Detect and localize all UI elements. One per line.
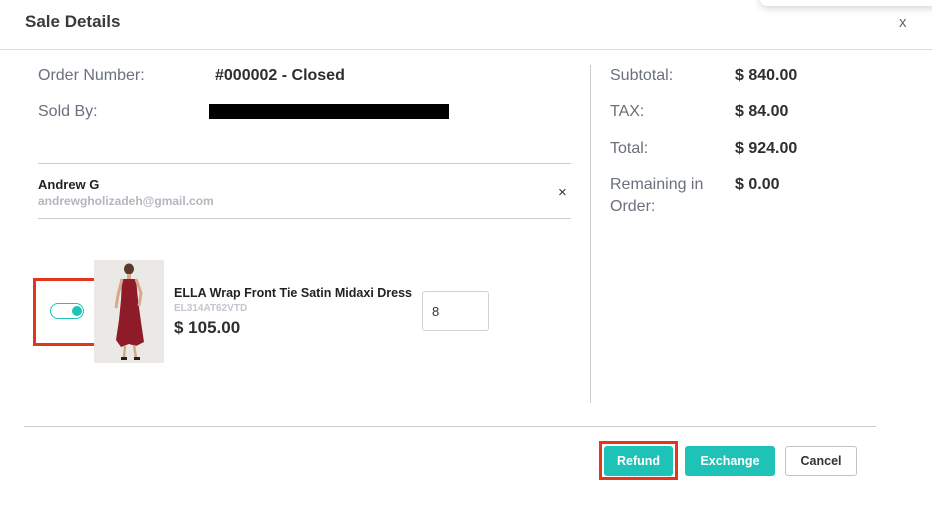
remaining-label: Remaining in xyxy=(610,176,704,193)
product-price: $ 105.00 xyxy=(174,318,241,337)
column-divider xyxy=(590,65,591,403)
item-select-toggle[interactable] xyxy=(50,303,84,319)
sold-by-redacted xyxy=(209,104,449,119)
toggle-knob xyxy=(71,305,82,316)
refund-button[interactable]: Refund xyxy=(604,446,673,476)
cancel-button[interactable]: Cancel xyxy=(785,446,857,476)
product-sku: EL314AT62VTD xyxy=(174,303,248,314)
total-value: $ 924.00 xyxy=(735,140,798,157)
customer-name: Andrew G xyxy=(38,177,100,192)
total-label: Total: xyxy=(610,140,649,157)
tax-label: TAX: xyxy=(610,103,645,120)
sold-by-label: Sold By: xyxy=(38,103,98,120)
order-number-label: Order Number: xyxy=(38,67,145,84)
quantity-input[interactable] xyxy=(422,291,489,331)
exchange-button[interactable]: Exchange xyxy=(685,446,775,476)
divider-customer xyxy=(38,218,571,219)
product-image xyxy=(94,260,164,363)
modal-title: Sale Details xyxy=(25,12,121,31)
remove-customer-icon[interactable]: × xyxy=(558,184,567,201)
divider-top xyxy=(38,163,571,164)
remaining-value: $ 0.00 xyxy=(735,176,780,193)
close-icon[interactable]: x xyxy=(899,14,907,31)
divider-footer xyxy=(24,426,876,427)
dress-icon xyxy=(94,260,164,363)
modal-header: Sale Details x xyxy=(0,0,932,50)
product-name: ELLA Wrap Front Tie Satin Midaxi Dress xyxy=(174,286,413,300)
subtotal-value: $ 840.00 xyxy=(735,67,798,84)
order-number-value: #000002 - Closed xyxy=(215,67,345,84)
tax-value: $ 84.00 xyxy=(735,103,789,120)
remaining-label-cont: Order: xyxy=(610,198,656,215)
customer-email: andrewgholizadeh@gmail.com xyxy=(38,194,214,208)
subtotal-label: Subtotal: xyxy=(610,67,674,84)
